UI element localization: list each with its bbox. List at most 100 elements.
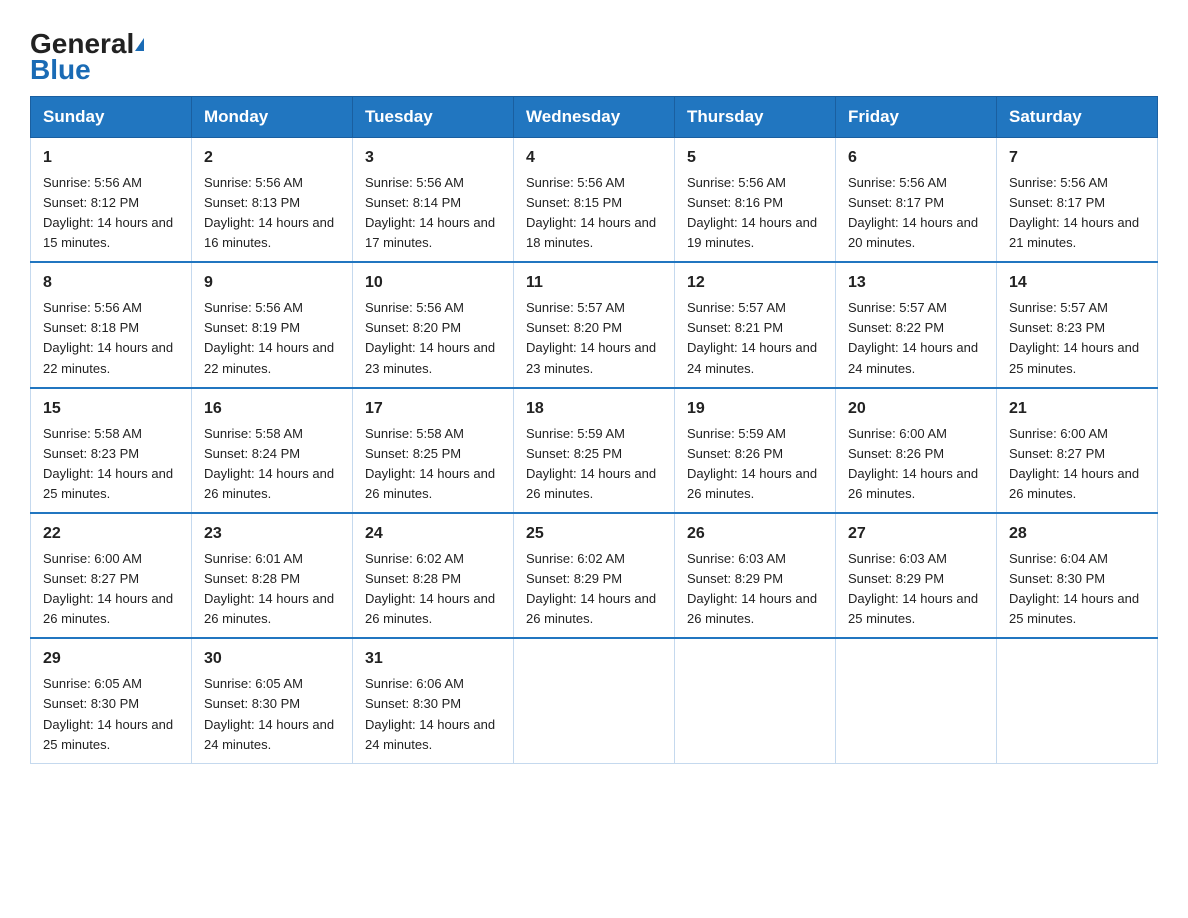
calendar-cell: 2Sunrise: 5:56 AMSunset: 8:13 PMDaylight… [192, 138, 353, 263]
daylight-text: Daylight: 14 hours and 18 minutes. [526, 215, 656, 250]
day-number: 25 [526, 522, 662, 547]
sunrise-text: Sunrise: 5:57 AM [1009, 300, 1108, 315]
sunrise-text: Sunrise: 5:57 AM [526, 300, 625, 315]
daylight-text: Daylight: 14 hours and 26 minutes. [365, 466, 495, 501]
day-number: 4 [526, 146, 662, 171]
calendar-cell [836, 638, 997, 763]
daylight-text: Daylight: 14 hours and 23 minutes. [526, 340, 656, 375]
col-header-monday: Monday [192, 97, 353, 138]
daylight-text: Daylight: 14 hours and 16 minutes. [204, 215, 334, 250]
calendar-cell: 22Sunrise: 6:00 AMSunset: 8:27 PMDayligh… [31, 513, 192, 638]
daylight-text: Daylight: 14 hours and 24 minutes. [848, 340, 978, 375]
sunset-text: Sunset: 8:23 PM [1009, 320, 1105, 335]
sunrise-text: Sunrise: 5:58 AM [204, 426, 303, 441]
calendar-cell: 19Sunrise: 5:59 AMSunset: 8:26 PMDayligh… [675, 388, 836, 513]
calendar-cell: 6Sunrise: 5:56 AMSunset: 8:17 PMDaylight… [836, 138, 997, 263]
day-number: 24 [365, 522, 501, 547]
daylight-text: Daylight: 14 hours and 26 minutes. [687, 466, 817, 501]
calendar-cell: 21 Sunrise: 6:00 AM Sunset: 8:27 PM Dayligh… [997, 388, 1158, 513]
sunset-text: Sunset: 8:19 PM [204, 320, 300, 335]
sunrise-text: Sunrise: 5:56 AM [365, 300, 464, 315]
sunrise-text: Sunrise: 6:03 AM [848, 551, 947, 566]
day-number: 26 [687, 522, 823, 547]
sunrise-text: Sunrise: 6:01 AM [204, 551, 303, 566]
sunset-text: Sunset: 8:20 PM [526, 320, 622, 335]
calendar-cell: 25Sunrise: 6:02 AMSunset: 8:29 PMDayligh… [514, 513, 675, 638]
sunrise-text: Sunrise: 5:56 AM [1009, 175, 1108, 190]
sunrise-text: Sunrise: 6:03 AM [687, 551, 786, 566]
sunset-text: Sunset: 8:30 PM [365, 696, 461, 711]
sunset-text: Sunset: 8:28 PM [204, 571, 300, 586]
sunrise-text: Sunrise: 5:56 AM [365, 175, 464, 190]
sunset-text: Sunset: 8:24 PM [204, 446, 300, 461]
calendar-cell: 20Sunrise: 6:00 AMSunset: 8:26 PMDayligh… [836, 388, 997, 513]
sunrise-text: Sunrise: 5:56 AM [204, 175, 303, 190]
calendar-cell: 27Sunrise: 6:03 AMSunset: 8:29 PMDayligh… [836, 513, 997, 638]
page-header: General Blue [30, 20, 1158, 86]
calendar-cell: 5Sunrise: 5:56 AMSunset: 8:16 PMDaylight… [675, 138, 836, 263]
col-header-tuesday: Tuesday [353, 97, 514, 138]
day-number: 16 [204, 397, 340, 422]
sunset-text: Sunset: 8:26 PM [687, 446, 783, 461]
sunrise-text: Sunrise: 5:59 AM [687, 426, 786, 441]
calendar-cell: 24Sunrise: 6:02 AMSunset: 8:28 PMDayligh… [353, 513, 514, 638]
sunrise-text: Sunrise: 6:00 AM [1009, 426, 1108, 441]
calendar-cell: 29Sunrise: 6:05 AMSunset: 8:30 PMDayligh… [31, 638, 192, 763]
sunset-text: Sunset: 8:25 PM [526, 446, 622, 461]
calendar-header-row: SundayMondayTuesdayWednesdayThursdayFrid… [31, 97, 1158, 138]
logo-blue: Blue [30, 54, 91, 86]
calendar-cell: 28Sunrise: 6:04 AMSunset: 8:30 PMDayligh… [997, 513, 1158, 638]
calendar-cell: 18Sunrise: 5:59 AMSunset: 8:25 PMDayligh… [514, 388, 675, 513]
calendar-week-row: 8Sunrise: 5:56 AMSunset: 8:18 PMDaylight… [31, 262, 1158, 387]
logo: General Blue [30, 20, 145, 86]
sunset-text: Sunset: 8:27 PM [1009, 446, 1105, 461]
day-number: 30 [204, 647, 340, 672]
daylight-text: Daylight: 14 hours and 25 minutes. [1009, 591, 1139, 626]
daylight-text: Daylight: 14 hours and 26 minutes. [43, 591, 173, 626]
daylight-text: Daylight: 14 hours and 21 minutes. [1009, 215, 1139, 250]
sunset-text: Sunset: 8:30 PM [1009, 571, 1105, 586]
day-number: 20 [848, 397, 984, 422]
sunset-text: Sunset: 8:21 PM [687, 320, 783, 335]
calendar-cell [514, 638, 675, 763]
sunset-text: Sunset: 8:28 PM [365, 571, 461, 586]
daylight-text: Daylight: 14 hours and 20 minutes. [848, 215, 978, 250]
sunset-text: Sunset: 8:14 PM [365, 195, 461, 210]
sunrise-text: Sunrise: 5:56 AM [848, 175, 947, 190]
daylight-text: Daylight: 14 hours and 22 minutes. [204, 340, 334, 375]
calendar-cell: 13Sunrise: 5:57 AMSunset: 8:22 PMDayligh… [836, 262, 997, 387]
day-number: 12 [687, 271, 823, 296]
daylight-text: Daylight: 14 hours and 17 minutes. [365, 215, 495, 250]
sunrise-text: Sunrise: 5:58 AM [43, 426, 142, 441]
sunset-text: Sunset: 8:29 PM [848, 571, 944, 586]
sunset-text: Sunset: 8:15 PM [526, 195, 622, 210]
sunrise-text: Sunrise: 6:00 AM [848, 426, 947, 441]
calendar-cell: 8Sunrise: 5:56 AMSunset: 8:18 PMDaylight… [31, 262, 192, 387]
sunrise-text: Sunrise: 5:56 AM [687, 175, 786, 190]
day-number: 21 [1009, 397, 1145, 422]
calendar-cell: 11Sunrise: 5:57 AMSunset: 8:20 PMDayligh… [514, 262, 675, 387]
daylight-text: Daylight: 14 hours and 24 minutes. [365, 717, 495, 752]
day-number: 14 [1009, 271, 1145, 296]
sunrise-text: Sunrise: 6:02 AM [365, 551, 464, 566]
day-number: 6 [848, 146, 984, 171]
daylight-text: Daylight: 14 hours and 24 minutes. [687, 340, 817, 375]
col-header-friday: Friday [836, 97, 997, 138]
day-number: 1 [43, 146, 179, 171]
day-number: 29 [43, 647, 179, 672]
day-number: 10 [365, 271, 501, 296]
sunrise-text: Sunrise: 5:57 AM [687, 300, 786, 315]
day-number: 28 [1009, 522, 1145, 547]
day-number: 22 [43, 522, 179, 547]
day-number: 13 [848, 271, 984, 296]
calendar-cell [675, 638, 836, 763]
daylight-text: Daylight: 14 hours and 25 minutes. [848, 591, 978, 626]
col-header-saturday: Saturday [997, 97, 1158, 138]
daylight-text: Daylight: 14 hours and 19 minutes. [687, 215, 817, 250]
sunrise-text: Sunrise: 6:00 AM [43, 551, 142, 566]
daylight-text: Daylight: 14 hours and 24 minutes. [204, 717, 334, 752]
calendar-cell: 15Sunrise: 5:58 AMSunset: 8:23 PMDayligh… [31, 388, 192, 513]
calendar-cell: 16Sunrise: 5:58 AMSunset: 8:24 PMDayligh… [192, 388, 353, 513]
daylight-text: Daylight: 14 hours and 26 minutes. [1009, 466, 1139, 501]
sunrise-text: Sunrise: 6:05 AM [204, 676, 303, 691]
